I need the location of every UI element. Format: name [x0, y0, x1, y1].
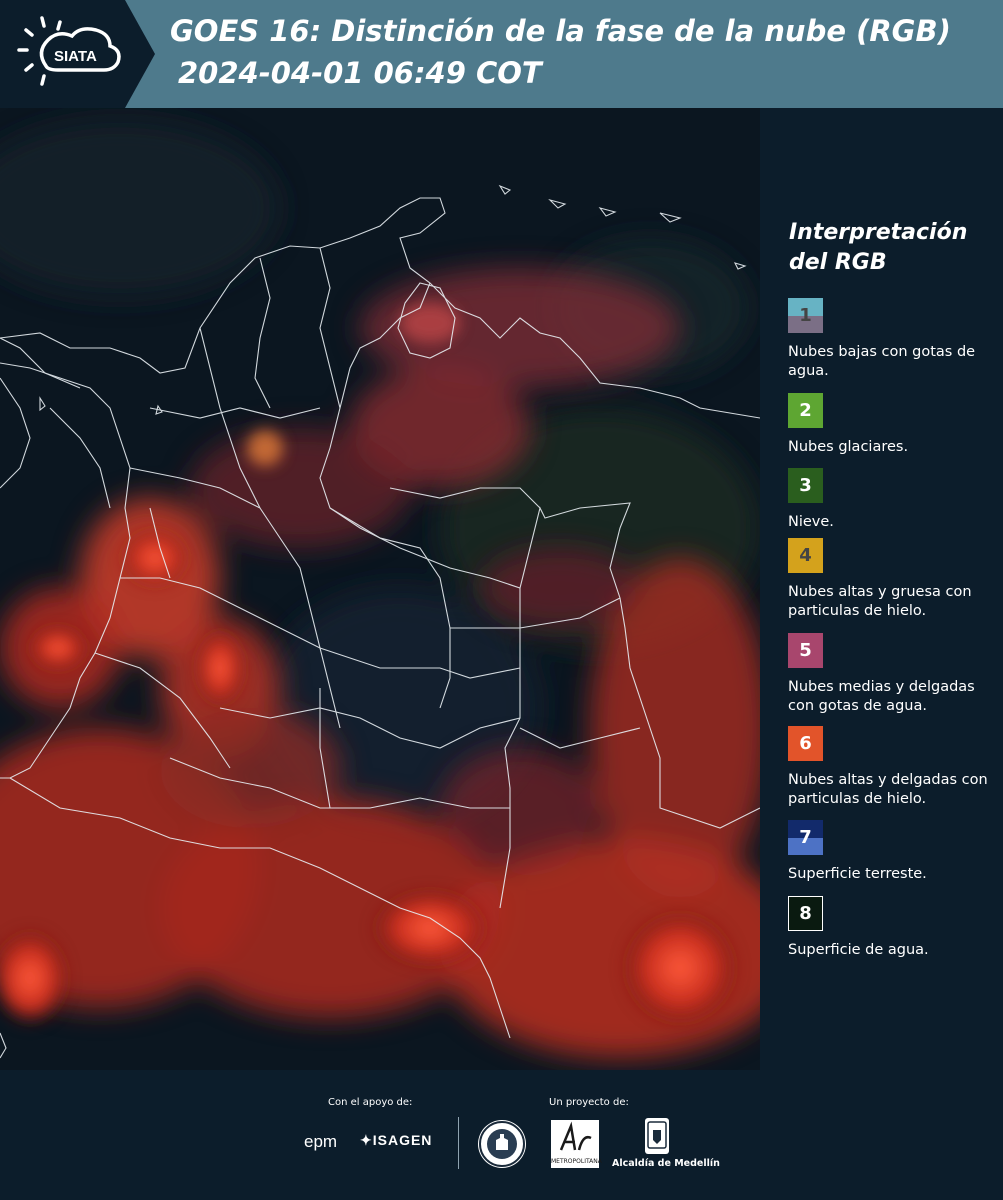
legend-swatch-5: 5	[788, 633, 823, 668]
alcaldia-logo	[645, 1118, 669, 1154]
legend-label-8: Superficie de agua.	[788, 942, 929, 958]
legend-item-2: 2 Nubes glaciares.	[788, 393, 1003, 457]
footer-divider	[458, 1117, 459, 1169]
legend-item-1: 1 Nubes bajas con gotas de agua.	[788, 298, 1003, 381]
svg-text:SIATA: SIATA	[54, 48, 97, 65]
coat-of-arms-icon	[647, 1121, 667, 1149]
siata-logo: SIATA	[0, 0, 155, 108]
satellite-map[interactable]	[0, 108, 760, 1070]
legend-item-6: 6 Nubes altas y delgadas con particulas …	[788, 726, 1003, 809]
legend-swatch-7: 7	[788, 820, 823, 855]
legend-swatch-3: 3	[788, 468, 823, 503]
legend-label-6: Nubes altas y delgadas con particulas de…	[788, 772, 988, 807]
legend-label-7: Superficie terreste.	[788, 866, 927, 882]
legend-swatch-8: 8	[788, 896, 823, 931]
legend-label-2: Nubes glaciares.	[788, 439, 909, 455]
area-label: METROPOLITANA	[551, 1158, 602, 1165]
satellite-image	[0, 108, 760, 1070]
isagen-label: ISAGEN	[372, 1132, 433, 1148]
epm-logo: epm	[304, 1132, 338, 1151]
legend-label-1: Nubes bajas con gotas de agua.	[788, 344, 976, 379]
legend-item-3: 3 Nieve.	[788, 468, 1003, 532]
legend-label-3: Nieve.	[788, 514, 834, 530]
seal-icon	[479, 1121, 525, 1167]
area-icon	[559, 1121, 592, 1151]
header: SIATA GOES 16: Distinción de la fase de …	[0, 0, 1003, 108]
legend: Interpretación del RGB 1 Nubes bajas con…	[760, 108, 1003, 1070]
legend-item-7: 7 Superficie terreste.	[788, 820, 1003, 884]
legend-item-4: 4 Nubes altas y gruesa con particulas de…	[788, 538, 1003, 621]
timestamp: 2024-04-01 06:49 COT	[178, 56, 542, 90]
legend-label-4: Nubes altas y gruesa con particulas de h…	[788, 584, 972, 619]
alcaldia-label: Alcaldía de Medellín	[612, 1158, 720, 1169]
seal-logo	[478, 1120, 526, 1168]
legend-swatch-1: 1	[788, 298, 823, 333]
siata-logo-icon: SIATA	[0, 0, 155, 108]
footer: Con el apoyo de: Un proyecto de: epm ✦IS…	[0, 1070, 1003, 1200]
legend-swatch-2: 2	[788, 393, 823, 428]
page-title: GOES 16: Distinción de la fase de la nub…	[170, 14, 951, 48]
legend-item-5: 5 Nubes medias y delgadas con gotas de a…	[788, 633, 1003, 716]
legend-item-8: 8 Superficie de agua.	[788, 896, 1003, 960]
area-metropolitana-logo: METROPOLITANA	[551, 1120, 602, 1168]
legend-swatch-6: 6	[788, 726, 823, 761]
legend-swatch-4: 4	[788, 538, 823, 573]
project-label: Un proyecto de:	[549, 1097, 629, 1108]
isagen-logo: ✦ISAGEN	[360, 1132, 433, 1148]
legend-label-5: Nubes medias y delgadas con gotas de agu…	[788, 679, 975, 714]
legend-title: Interpretación del RGB	[789, 220, 968, 275]
support-label: Con el apoyo de:	[328, 1097, 413, 1108]
